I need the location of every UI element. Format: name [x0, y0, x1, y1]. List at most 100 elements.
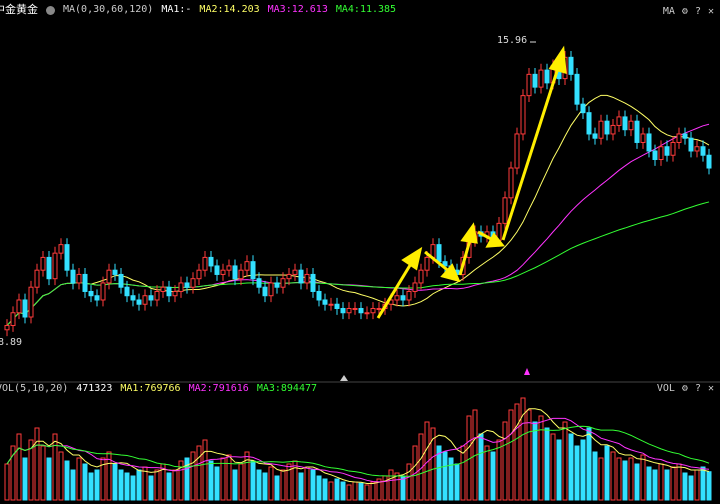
volume-bar[interactable]	[358, 482, 364, 501]
volume-bar[interactable]	[262, 472, 268, 501]
candle-body[interactable]	[610, 124, 616, 135]
candle-body[interactable]	[394, 295, 400, 301]
volume-bar[interactable]	[64, 460, 70, 501]
candle-body[interactable]	[112, 269, 118, 275]
gear-icon[interactable]: ⚙	[682, 4, 688, 20]
candle-body[interactable]	[88, 290, 94, 297]
candle-body[interactable]	[16, 299, 22, 314]
candle-body[interactable]	[334, 303, 340, 309]
volume-bar[interactable]	[706, 471, 712, 501]
candle-body[interactable]	[190, 278, 196, 288]
volume-bar[interactable]	[238, 463, 244, 501]
candle-body[interactable]	[658, 146, 664, 160]
candle-body[interactable]	[574, 73, 580, 105]
volume-bar[interactable]	[454, 463, 460, 501]
candle-body[interactable]	[208, 256, 214, 267]
candle-body[interactable]	[604, 120, 610, 135]
volume-bar[interactable]	[298, 472, 304, 501]
candle-body[interactable]	[646, 133, 652, 152]
volume-bar[interactable]	[682, 472, 688, 501]
candle-body[interactable]	[568, 56, 574, 75]
volume-bar[interactable]	[562, 421, 568, 501]
volume-bar[interactable]	[448, 457, 454, 501]
candle-body[interactable]	[172, 290, 178, 297]
candle-body[interactable]	[616, 116, 622, 126]
candle-body[interactable]	[196, 269, 202, 280]
candle-body[interactable]	[40, 256, 46, 271]
volume-bar[interactable]	[166, 472, 172, 501]
help-icon[interactable]: ?	[695, 381, 701, 397]
volume-bar[interactable]	[148, 475, 154, 501]
close-icon[interactable]: ✕	[708, 4, 714, 20]
candle-body[interactable]	[364, 312, 370, 315]
volume-bar[interactable]	[604, 445, 610, 501]
volume-bar[interactable]	[514, 403, 520, 501]
candle-body[interactable]	[10, 312, 16, 327]
candle-body[interactable]	[634, 120, 640, 143]
volume-bar[interactable]	[190, 451, 196, 501]
volume-bar[interactable]	[88, 472, 94, 501]
volume-bar[interactable]	[478, 433, 484, 501]
candle-body[interactable]	[130, 295, 136, 301]
candle-body[interactable]	[124, 286, 130, 297]
candle-body[interactable]	[184, 282, 190, 288]
candle-body[interactable]	[118, 273, 124, 288]
volume-bar[interactable]	[232, 469, 238, 501]
volume-bar[interactable]	[118, 469, 124, 501]
volume-bar[interactable]	[634, 463, 640, 501]
volume-bar[interactable]	[442, 451, 448, 501]
volume-bar[interactable]	[592, 451, 598, 501]
volume-bar[interactable]	[334, 478, 340, 501]
volume-bar[interactable]	[34, 427, 40, 501]
candle-body[interactable]	[136, 299, 142, 305]
candle-body[interactable]	[292, 269, 298, 275]
candle-body[interactable]	[592, 133, 598, 139]
candle-body[interactable]	[544, 69, 550, 84]
volume-bar[interactable]	[484, 445, 490, 501]
volume-bar[interactable]	[316, 475, 322, 501]
volume-bar[interactable]	[46, 457, 52, 501]
volume-bar[interactable]	[586, 427, 592, 501]
volume-bar[interactable]	[256, 469, 262, 501]
candle-body[interactable]	[346, 307, 352, 314]
candle-body[interactable]	[700, 146, 706, 156]
volume-bar[interactable]	[700, 466, 706, 501]
volume-bar[interactable]	[280, 469, 286, 501]
candle-body[interactable]	[82, 273, 88, 292]
candle-body[interactable]	[46, 256, 52, 280]
candle-body[interactable]	[652, 150, 658, 160]
volume-bar[interactable]	[628, 457, 634, 501]
indicator-toggle-icon[interactable]	[46, 5, 55, 15]
candle-body[interactable]	[178, 282, 184, 292]
candle-body[interactable]	[502, 197, 508, 224]
ma-button[interactable]: MA	[663, 4, 675, 20]
candle-body[interactable]	[358, 307, 364, 314]
volume-bar[interactable]	[364, 484, 370, 501]
volume-bar[interactable]	[382, 475, 388, 501]
volume-bar[interactable]	[58, 451, 64, 501]
candle-body[interactable]	[436, 244, 442, 263]
volume-bar[interactable]	[274, 475, 280, 501]
help-icon[interactable]: ?	[695, 4, 701, 20]
candle-body[interactable]	[418, 269, 424, 284]
volume-bar[interactable]	[526, 409, 532, 501]
volume-bar[interactable]	[208, 460, 214, 501]
volume-bar[interactable]	[40, 445, 46, 501]
volume-bar[interactable]	[652, 469, 658, 501]
volume-bar[interactable]	[304, 466, 310, 501]
candle-body[interactable]	[34, 269, 40, 288]
volume-bar[interactable]	[124, 472, 130, 501]
volume-bar[interactable]	[574, 445, 580, 501]
volume-bar[interactable]	[658, 463, 664, 501]
candle-body[interactable]	[670, 141, 676, 156]
candle-body[interactable]	[352, 307, 358, 310]
volume-bar[interactable]	[16, 433, 22, 501]
volume-bar[interactable]	[202, 439, 208, 501]
candle-body[interactable]	[688, 137, 694, 152]
candle-body[interactable]	[100, 282, 106, 301]
volume-bar[interactable]	[346, 484, 352, 501]
volume-bar[interactable]	[676, 463, 682, 501]
candle-body[interactable]	[166, 286, 172, 297]
candle-body[interactable]	[286, 273, 292, 280]
candle-body[interactable]	[316, 290, 322, 301]
